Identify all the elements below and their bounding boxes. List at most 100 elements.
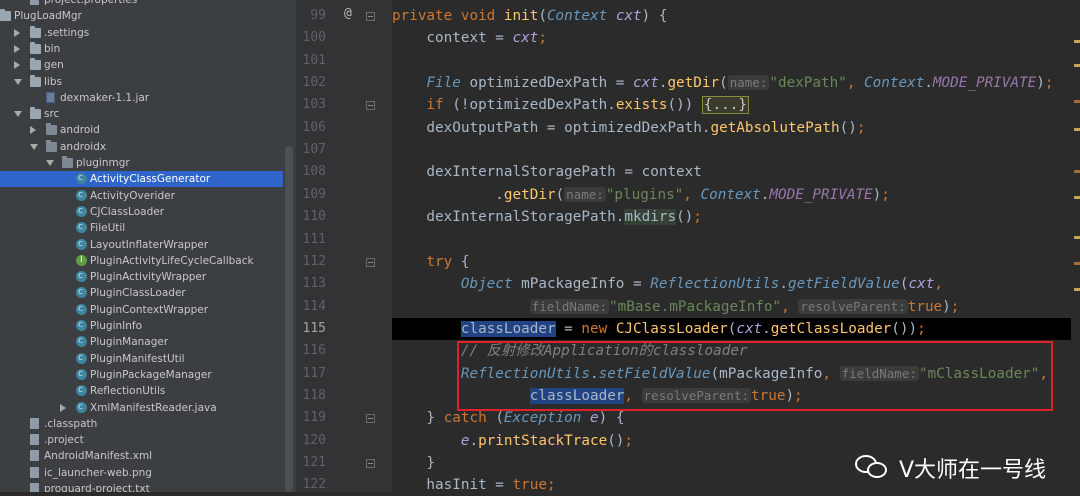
marker-tick[interactable] — [1074, 236, 1080, 239]
marker-tick[interactable] — [1074, 170, 1080, 173]
tree-item[interactable]: gen — [0, 57, 283, 73]
tree-item[interactable]: PluginActivityWrapper — [0, 268, 283, 285]
code-token: ( — [899, 276, 909, 293]
code-line[interactable]: dexOutputPath = optimizedDexPath.getAbso… — [392, 117, 1080, 139]
tree-item[interactable]: ReflectionUtils — [0, 382, 283, 399]
code-token: File — [392, 75, 470, 92]
code-line[interactable]: fieldName: "mBase.mPackageInfo", resolveP… — [392, 296, 1080, 318]
tree-item[interactable]: PluginContextWrapper — [0, 301, 283, 318]
collapse-arrow-icon[interactable] — [14, 28, 20, 37]
marker-tick[interactable] — [1074, 262, 1080, 265]
code-token: Exception — [503, 410, 590, 427]
fold-icon[interactable] — [366, 459, 375, 468]
override-annotation-icon[interactable]: @ — [344, 6, 352, 21]
tree-item-label: .classpath — [44, 417, 98, 430]
expand-arrow-icon[interactable] — [14, 78, 22, 85]
tree-item[interactable]: androidx — [0, 139, 283, 155]
tree-item[interactable]: PluginInfo — [0, 317, 283, 334]
wechat-icon — [854, 453, 891, 483]
tree-item[interactable]: project.properties — [0, 0, 283, 8]
code-line[interactable]: dexInternalStoragePath.mkdirs(); — [392, 206, 1080, 228]
tree-item[interactable]: pluginmgr — [0, 155, 283, 171]
tree-item[interactable]: LayoutInflaterWrapper — [0, 236, 283, 253]
tree-item[interactable]: AndroidManifest.xml — [0, 448, 283, 464]
tree-item[interactable]: ActivityOverider — [0, 187, 283, 204]
code-line[interactable]: classLoader = new CJClassLoader(cxt.getC… — [392, 317, 1080, 340]
code-token: true — [907, 298, 943, 315]
code-token: ( — [555, 186, 565, 203]
tree-item-label: ReflectionUtils — [90, 385, 166, 398]
expand-arrow-icon[interactable] — [46, 160, 54, 166]
tree-item[interactable]: CJClassLoader — [0, 203, 283, 220]
tree-item[interactable]: XmlManifestReader.java — [0, 399, 283, 416]
marker-tick[interactable] — [1074, 128, 1080, 131]
code-line[interactable]: try { — [392, 251, 1080, 273]
fold-icon[interactable] — [366, 257, 375, 267]
code-token: dexOutputPath = optimizedDexPath. — [392, 119, 711, 136]
code-token: MODE_PRIVATE — [769, 186, 873, 203]
marker-tick[interactable] — [1074, 196, 1080, 199]
fold-icon[interactable] — [366, 101, 375, 111]
code-token: ; — [693, 209, 702, 226]
collapse-arrow-icon[interactable] — [30, 126, 36, 135]
code-line[interactable] — [392, 229, 1080, 251]
tree-item[interactable]: PluginPackageManager — [0, 366, 283, 383]
collapse-arrow-icon[interactable] — [14, 44, 20, 53]
code-token: () — [676, 209, 694, 226]
code-line[interactable]: .getDir(name: "plugins", Context.MODE_PRI… — [392, 184, 1080, 206]
code-line[interactable]: context = cxt; — [392, 27, 1080, 49]
tree-item[interactable]: src — [0, 106, 283, 122]
line-number: 102 — [302, 75, 326, 91]
tree-item-label: androidx — [60, 140, 107, 153]
tree-item-label: PluginManifestUtil — [90, 352, 185, 365]
tree-item-label: src — [44, 108, 60, 121]
collapse-arrow-icon[interactable] — [60, 403, 66, 412]
tree-item[interactable]: dexmaker-1.1.jar — [0, 90, 283, 106]
code-line[interactable]: dexInternalStoragePath = context — [392, 161, 1080, 183]
code-token: try — [392, 253, 461, 270]
tree-item[interactable]: bin — [0, 41, 283, 57]
project-tree: project.properties PlugLoadMgr .settings bi… — [0, 0, 296, 492]
tree-item-label: PluginInfo — [90, 320, 143, 332]
collapse-arrow-icon[interactable] — [14, 61, 20, 70]
tree-item[interactable]: ic_launcher-web.png — [0, 465, 283, 481]
tree-item[interactable]: android — [0, 122, 283, 138]
expand-arrow-icon[interactable] — [14, 111, 22, 118]
code-line[interactable]: private void init(Context cxt) { — [392, 5, 1080, 27]
tree-item[interactable]: libs — [0, 74, 283, 90]
code-line[interactable] — [392, 50, 1080, 72]
fold-icon[interactable] — [366, 414, 375, 424]
tree-item[interactable]: ActivityClassGenerator — [0, 170, 283, 188]
file-icon — [30, 434, 39, 446]
tree-item[interactable]: PluginClassLoader — [0, 284, 283, 301]
code-token: getFieldValue — [787, 276, 900, 293]
tree-item[interactable]: proguard-project.txt — [0, 481, 283, 492]
tree-item[interactable]: PluginManager — [0, 333, 283, 350]
line-number: 119 — [302, 410, 326, 426]
parameter-hint: name: — [727, 75, 770, 91]
code-line[interactable]: if (!optimizedDexPath.exists()) {...} — [392, 94, 1080, 116]
marker-tick[interactable] — [1074, 64, 1080, 67]
code-token: Context — [546, 8, 616, 24]
tree-item[interactable]: PlugLoadMgr — [0, 8, 283, 24]
code-line[interactable] — [392, 139, 1080, 161]
tree-scrollbar[interactable] — [285, 146, 293, 492]
marker-tick[interactable] — [1074, 288, 1080, 291]
tree-item[interactable]: PluginActivityLifeCycleCallback — [0, 252, 283, 269]
code-token: } — [392, 410, 444, 427]
code-token: , — [934, 276, 943, 293]
expand-arrow-icon[interactable] — [30, 143, 38, 150]
tree-item[interactable]: .project — [0, 432, 283, 448]
editor-marker-strip[interactable] — [1071, 0, 1080, 492]
tree-item[interactable]: .classpath — [0, 416, 283, 432]
tree-item[interactable]: FileUtil — [0, 219, 283, 236]
code-line[interactable]: Object mPackageInfo = ReflectionUtils.ge… — [392, 273, 1080, 295]
tree-item[interactable]: .settings — [0, 25, 283, 41]
fold-icon[interactable] — [366, 12, 375, 21]
marker-tick[interactable] — [1074, 100, 1080, 103]
code-line[interactable]: File optimizedDexPath = cxt. getDir(name:… — [392, 72, 1080, 94]
marker-tick[interactable] — [1074, 40, 1080, 43]
tree-item[interactable]: PluginManifestUtil — [0, 350, 283, 367]
watermark-text: V大师在一号线 — [898, 458, 1046, 483]
